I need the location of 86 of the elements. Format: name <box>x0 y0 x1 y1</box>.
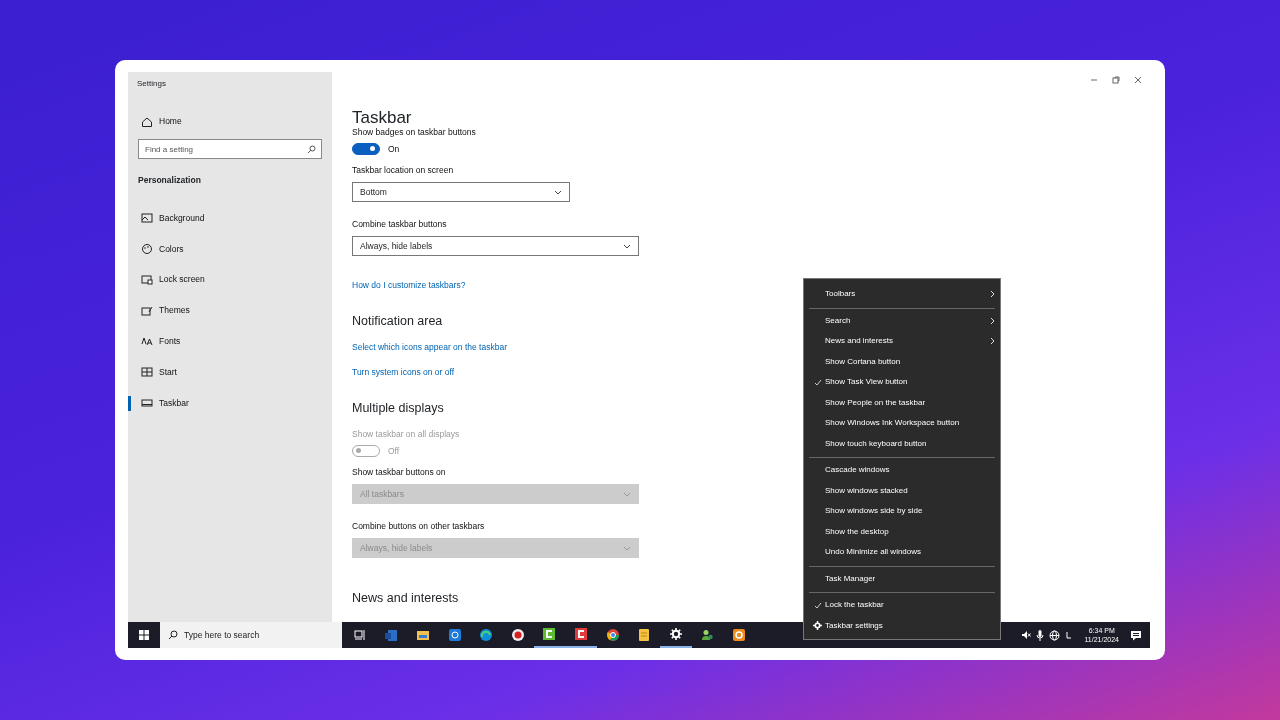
menu-item[interactable]: Toolbars <box>804 284 1000 305</box>
setting-label: Taskbar location on screen <box>352 165 454 176</box>
gear-icon <box>669 628 682 640</box>
taskbar-icon <box>141 397 153 410</box>
taskbar-search-field[interactable]: Type here to search <box>160 622 342 648</box>
home-icon <box>141 115 153 128</box>
setting-label: Combine taskbar buttons <box>352 219 447 230</box>
setting-label: Show taskbar buttons on <box>352 467 446 478</box>
menu-item[interactable]: Cascade windows <box>804 460 1000 481</box>
picture-icon <box>141 212 153 225</box>
chevron-right-icon <box>990 290 995 298</box>
app-icon <box>543 628 556 640</box>
chevron-down-icon <box>623 491 631 497</box>
search-icon <box>307 145 316 154</box>
chevron-right-icon <box>990 316 995 325</box>
menu-item[interactable]: Show the desktop <box>804 521 1000 542</box>
menu-item[interactable]: Search <box>804 310 1000 331</box>
start-menu-icon <box>141 366 153 379</box>
link[interactable]: How do I customize taskbars? <box>352 280 466 291</box>
link[interactable]: Select which icons appear on the taskbar <box>352 342 507 353</box>
dropdown[interactable]: Always, hide labels <box>352 236 639 256</box>
search-field[interactable]: Find a setting <box>138 139 322 159</box>
note-icon <box>638 629 651 641</box>
app-icon <box>574 628 587 640</box>
sidebar-item[interactable]: Start <box>128 364 332 380</box>
maximize-icon[interactable] <box>1112 76 1120 84</box>
brush-monitor-icon <box>141 304 153 317</box>
check-icon <box>813 378 822 386</box>
task-view-icon <box>353 629 366 641</box>
browser-icon <box>480 629 493 641</box>
chevron-down-icon <box>623 545 631 551</box>
page-title: Taskbar <box>352 109 413 127</box>
folder-icon <box>417 629 429 641</box>
setting-label: Combine buttons on other taskbars <box>352 521 485 532</box>
search-icon <box>168 630 178 640</box>
sidebar-item[interactable]: Fonts <box>128 333 332 349</box>
menu-item[interactable]: Show Cortana button <box>804 351 1000 372</box>
link[interactable]: Turn system icons on or off <box>352 367 455 378</box>
home-link[interactable]: Home <box>128 114 332 129</box>
app-icon <box>732 629 745 641</box>
section-heading: News and interests <box>352 591 459 605</box>
sidebar-item[interactable]: Colors <box>128 241 332 257</box>
menu-item[interactable]: Show windows side by side <box>804 501 1000 522</box>
monitor-lock-icon <box>141 273 153 286</box>
chevron-down-icon <box>554 189 562 195</box>
microphone-icon[interactable] <box>1036 629 1045 641</box>
setting-label: Show badges on taskbar buttons <box>352 127 476 138</box>
toggle-state: Off <box>388 445 400 457</box>
app-icon <box>448 629 461 641</box>
font-icon <box>141 335 153 348</box>
record-icon <box>511 629 524 641</box>
section-heading: Notification area <box>352 314 443 328</box>
menu-item[interactable]: News and interests <box>804 331 1000 352</box>
window-title: Settings <box>136 78 166 90</box>
close-icon[interactable] <box>1134 76 1142 84</box>
menu-item[interactable]: Undo Minimize all windows <box>804 542 1000 563</box>
menu-item[interactable]: Show People on the taskbar <box>804 392 1000 413</box>
chrome-icon <box>606 629 619 641</box>
windows-icon <box>139 630 149 640</box>
chevron-down-icon <box>623 243 631 249</box>
menu-item[interactable]: Task Manager <box>804 568 1000 589</box>
palette-icon <box>141 243 153 256</box>
dropdown[interactable]: Bottom <box>352 182 570 202</box>
sidebar-item[interactable]: Background <box>128 210 332 226</box>
sidebar-item[interactable]: Themes <box>128 303 332 319</box>
gear-icon <box>813 621 822 631</box>
menu-item[interactable]: Show windows stacked <box>804 480 1000 501</box>
section-heading: Personalization <box>138 174 202 187</box>
toggle-state: On <box>388 143 400 155</box>
people-icon <box>701 629 714 641</box>
keyboard-layout-icon[interactable] <box>1065 631 1074 639</box>
menu-item[interactable]: Show Task View button <box>804 372 1000 393</box>
check-icon <box>813 601 822 609</box>
globe-icon[interactable] <box>1049 629 1061 641</box>
section-heading: Multiple displays <box>352 401 444 415</box>
notification-icon[interactable] <box>1130 629 1142 641</box>
menu-item[interactable]: Taskbar settings <box>804 615 1000 636</box>
document-app-icon <box>385 629 398 641</box>
menu-item[interactable]: Lock the taskbar <box>804 595 1000 616</box>
setting-label: Show taskbar on all displays <box>352 429 460 440</box>
menu-item[interactable]: Show touch keyboard button <box>804 433 1000 454</box>
menu-item[interactable]: Show Windows Ink Workspace button <box>804 413 1000 434</box>
sidebar-item[interactable]: Lock screen <box>128 272 332 288</box>
speaker-muted-icon[interactable] <box>1021 630 1032 640</box>
chevron-right-icon <box>990 337 995 345</box>
toggle-switch[interactable] <box>352 143 380 155</box>
